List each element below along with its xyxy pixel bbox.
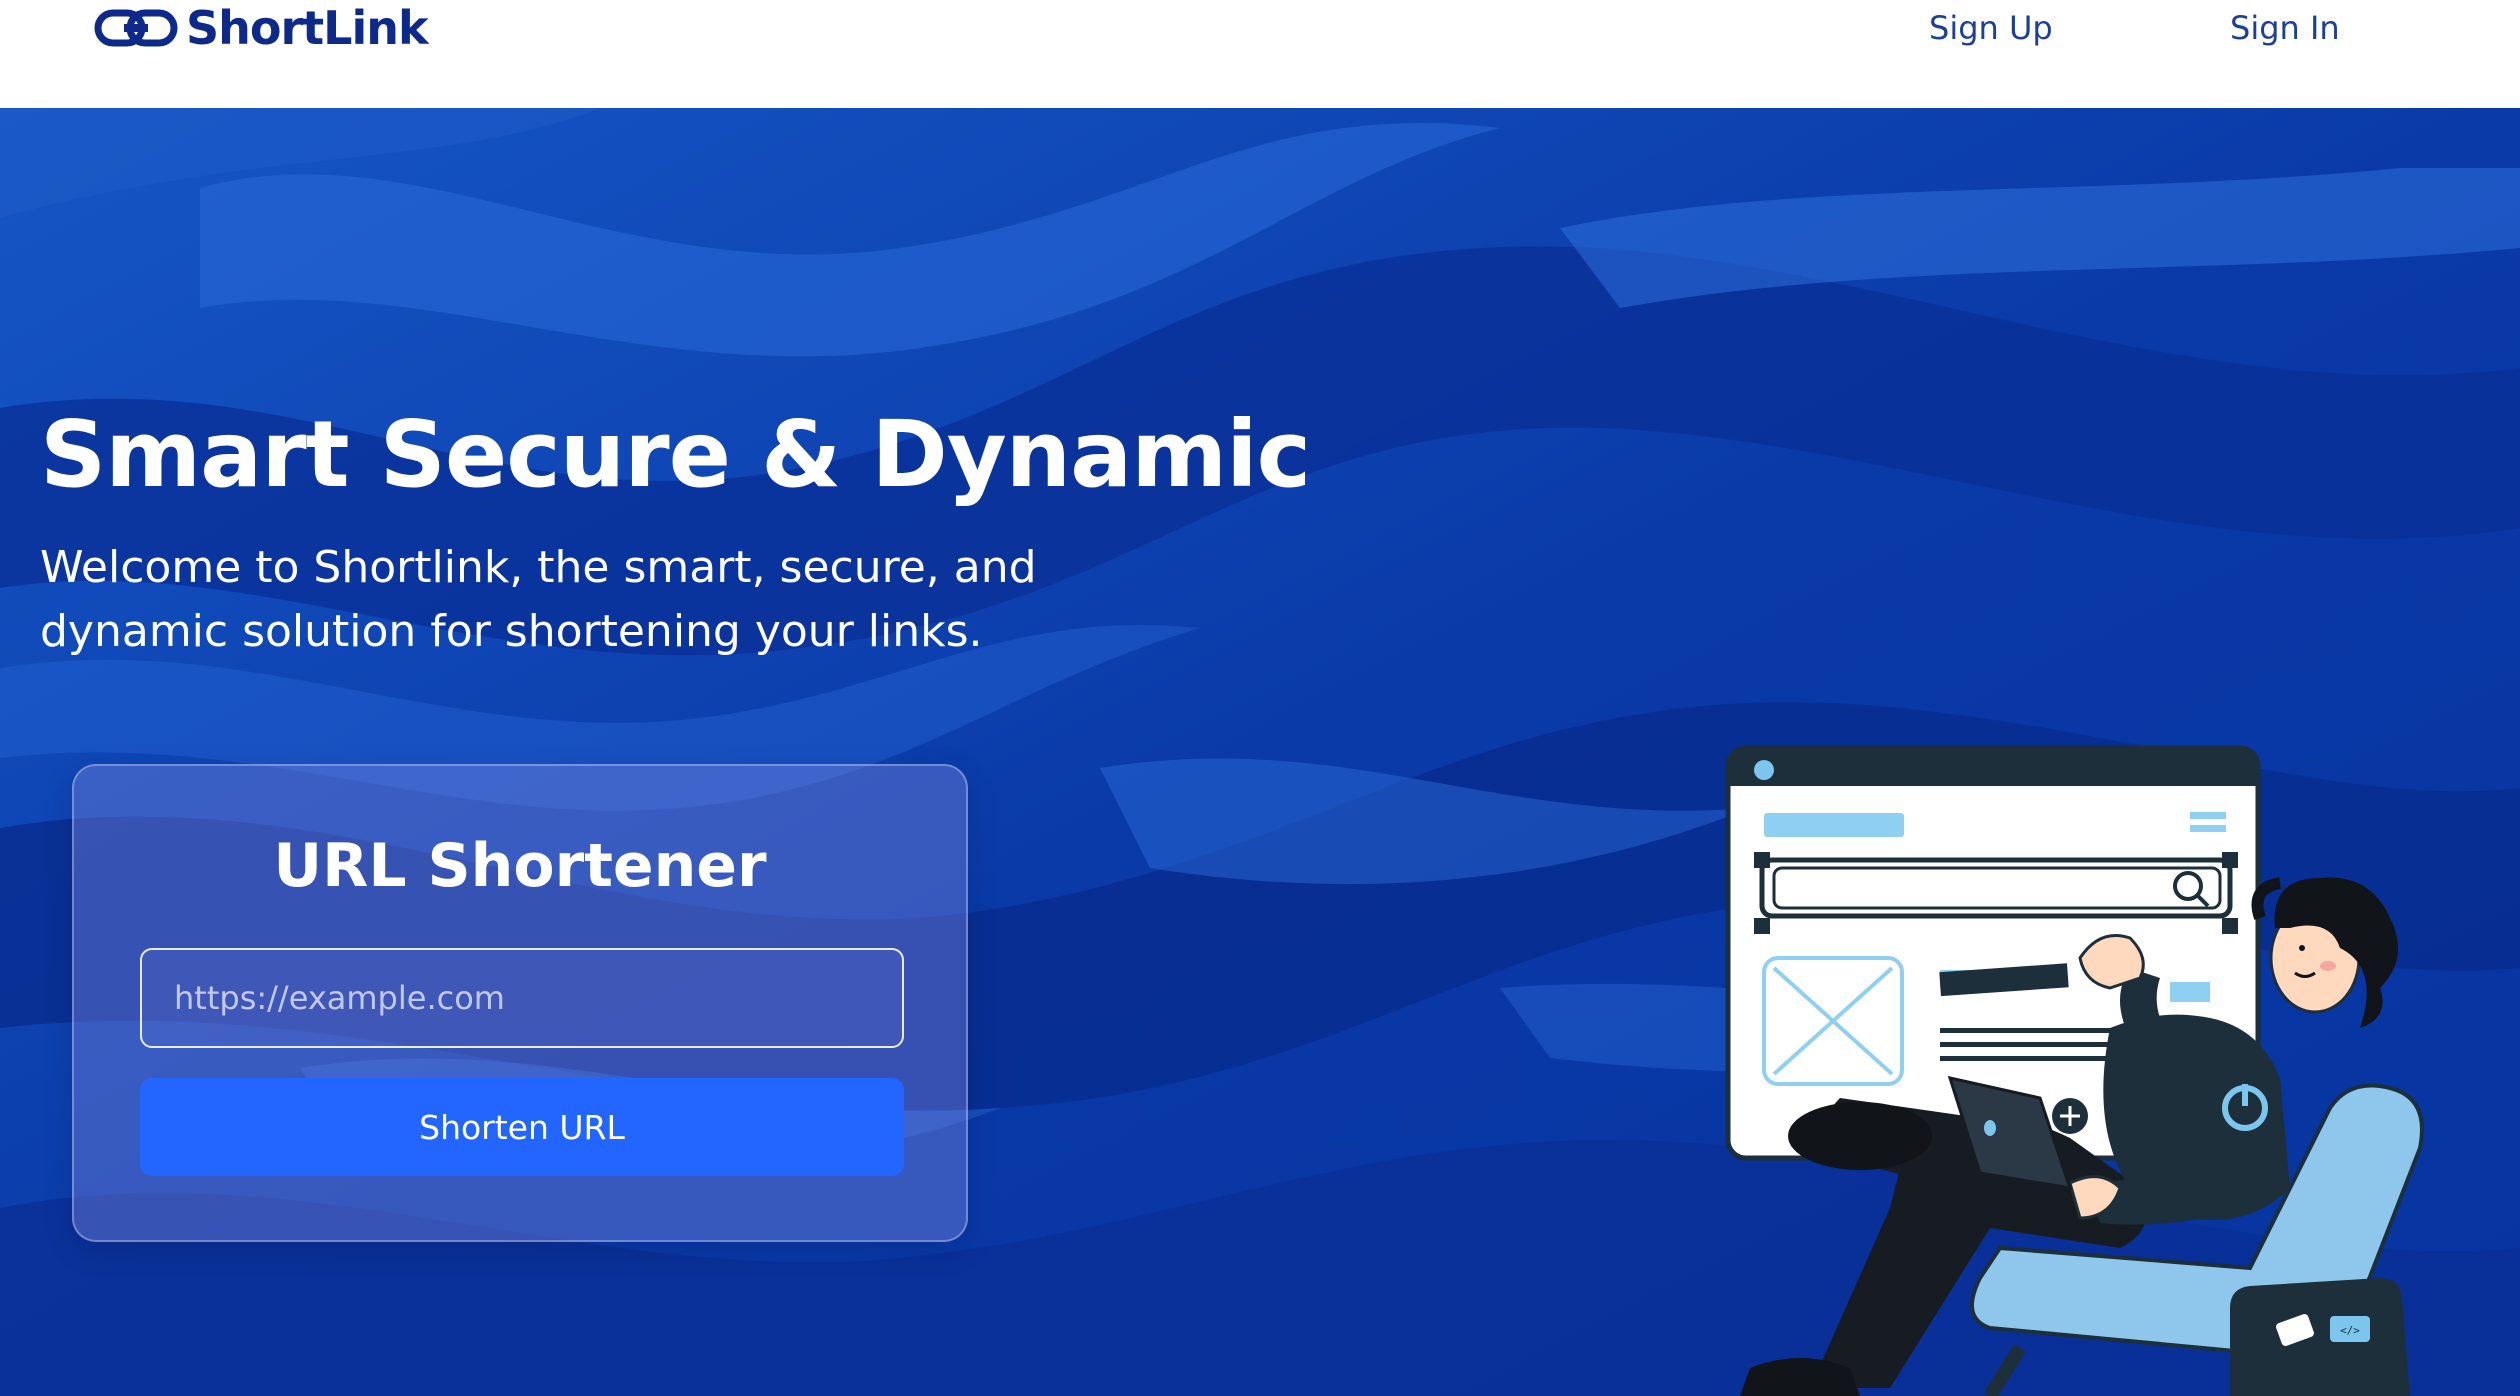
site-header: ShortLink Sign Up Sign In [0,0,2520,108]
brand-name: ShortLink [186,1,429,55]
url-input[interactable] [140,948,904,1048]
link-chain-icon [94,9,178,47]
sign-up-link[interactable]: Sign Up [1929,0,2053,56]
url-shortener-card: URL Shortener Shorten URL [72,764,968,1242]
bag-illustration: </> [2230,1278,2410,1396]
card-title: URL Shortener [273,831,767,901]
hero-subtitle: Welcome to Shortlink, the smart, secure,… [40,542,1037,657]
svg-text:</>: </> [2340,1324,2360,1337]
shorten-url-button[interactable]: Shorten URL [140,1078,904,1176]
hero-title: Smart Secure & Dynamic [40,401,1311,508]
hero-section: Smart Secure & Dynamic Welcome to Shortl… [0,108,2520,1396]
brand-logo[interactable]: ShortLink [94,0,429,56]
sign-in-link[interactable]: Sign In [2230,0,2340,56]
man-with-laptop-illustration: </> [1725,745,2424,1396]
